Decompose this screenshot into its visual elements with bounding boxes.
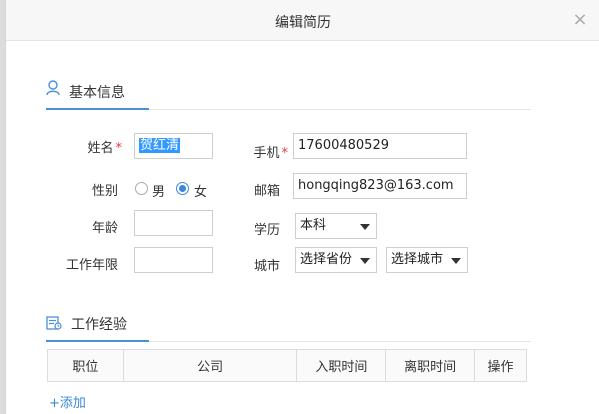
column-header-end-date: 离职时间: [385, 349, 476, 382]
age-label: 年龄: [91, 221, 118, 236]
work-years-label: 工作年限: [65, 258, 118, 273]
basic-info-title: 基本信息: [69, 85, 125, 101]
briefcase-icon: [46, 316, 62, 330]
age-input[interactable]: [134, 210, 213, 236]
work-years-input[interactable]: [134, 247, 213, 273]
work-experience-table: 职位 公司 入职时间 离职时间 操作: [47, 349, 527, 382]
column-header-actions: 操作: [474, 349, 527, 382]
phone-input[interactable]: 17600480529: [293, 133, 467, 159]
user-icon: [46, 80, 60, 96]
phone-label: 手机 *: [253, 146, 288, 161]
work-experience-accent: [46, 340, 149, 342]
chevron-down-icon: [360, 258, 370, 264]
education-label: 学历: [253, 223, 280, 238]
email-input[interactable]: hongqing823@163.com: [293, 173, 467, 199]
column-header-start-date: 入职时间: [296, 349, 387, 382]
chevron-down-icon: [451, 258, 461, 264]
email-label: 邮箱: [253, 184, 280, 199]
work-experience-title: 工作经验: [71, 317, 127, 333]
column-header-company: 公司: [122, 349, 298, 382]
edit-resume-dialog: 编辑简历 × 基本信息 姓名 * 贺红清 性别 男 女 年龄 工作年限 手机 * 1…: [5, 0, 599, 414]
gender-option-female: 女: [194, 185, 208, 200]
basic-info-accent: [46, 108, 149, 110]
column-header-position: 职位: [47, 349, 124, 382]
city-label: 城市: [253, 259, 280, 274]
gender-radio-female[interactable]: [176, 182, 189, 195]
add-experience-link[interactable]: +添加: [49, 392, 86, 411]
gender-radio-male[interactable]: [135, 182, 148, 195]
dialog-title: 编辑简历: [275, 15, 331, 31]
city-select[interactable]: 选择城市: [386, 247, 468, 273]
gender-option-male: 男: [152, 185, 166, 200]
chevron-down-icon: [360, 224, 370, 230]
province-select[interactable]: 选择省份: [295, 247, 377, 273]
education-select[interactable]: 本科: [295, 213, 377, 239]
dialog-header: 编辑简历 ×: [6, 0, 599, 41]
close-icon[interactable]: ×: [569, 9, 591, 31]
name-input[interactable]: 贺红清: [134, 133, 213, 159]
gender-label: 性别: [91, 184, 118, 199]
name-label: 姓名 *: [87, 141, 122, 156]
